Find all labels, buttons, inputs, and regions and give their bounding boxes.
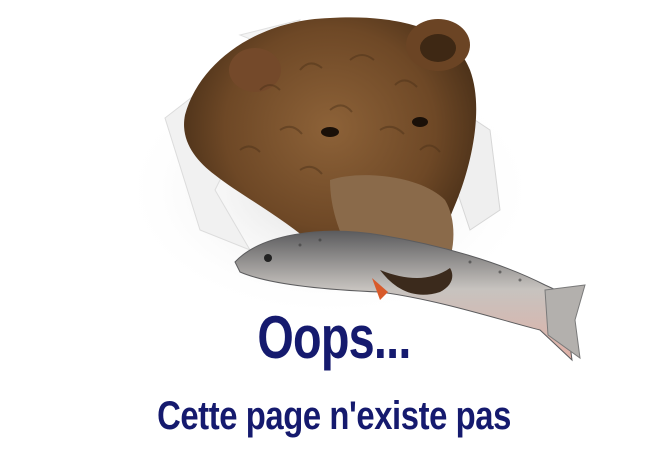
- error-headline: Oops...: [257, 304, 411, 371]
- error-message: Cette page n'existe pas: [157, 394, 511, 438]
- error-page: Oops... Cette page n'existe pas: [0, 0, 668, 464]
